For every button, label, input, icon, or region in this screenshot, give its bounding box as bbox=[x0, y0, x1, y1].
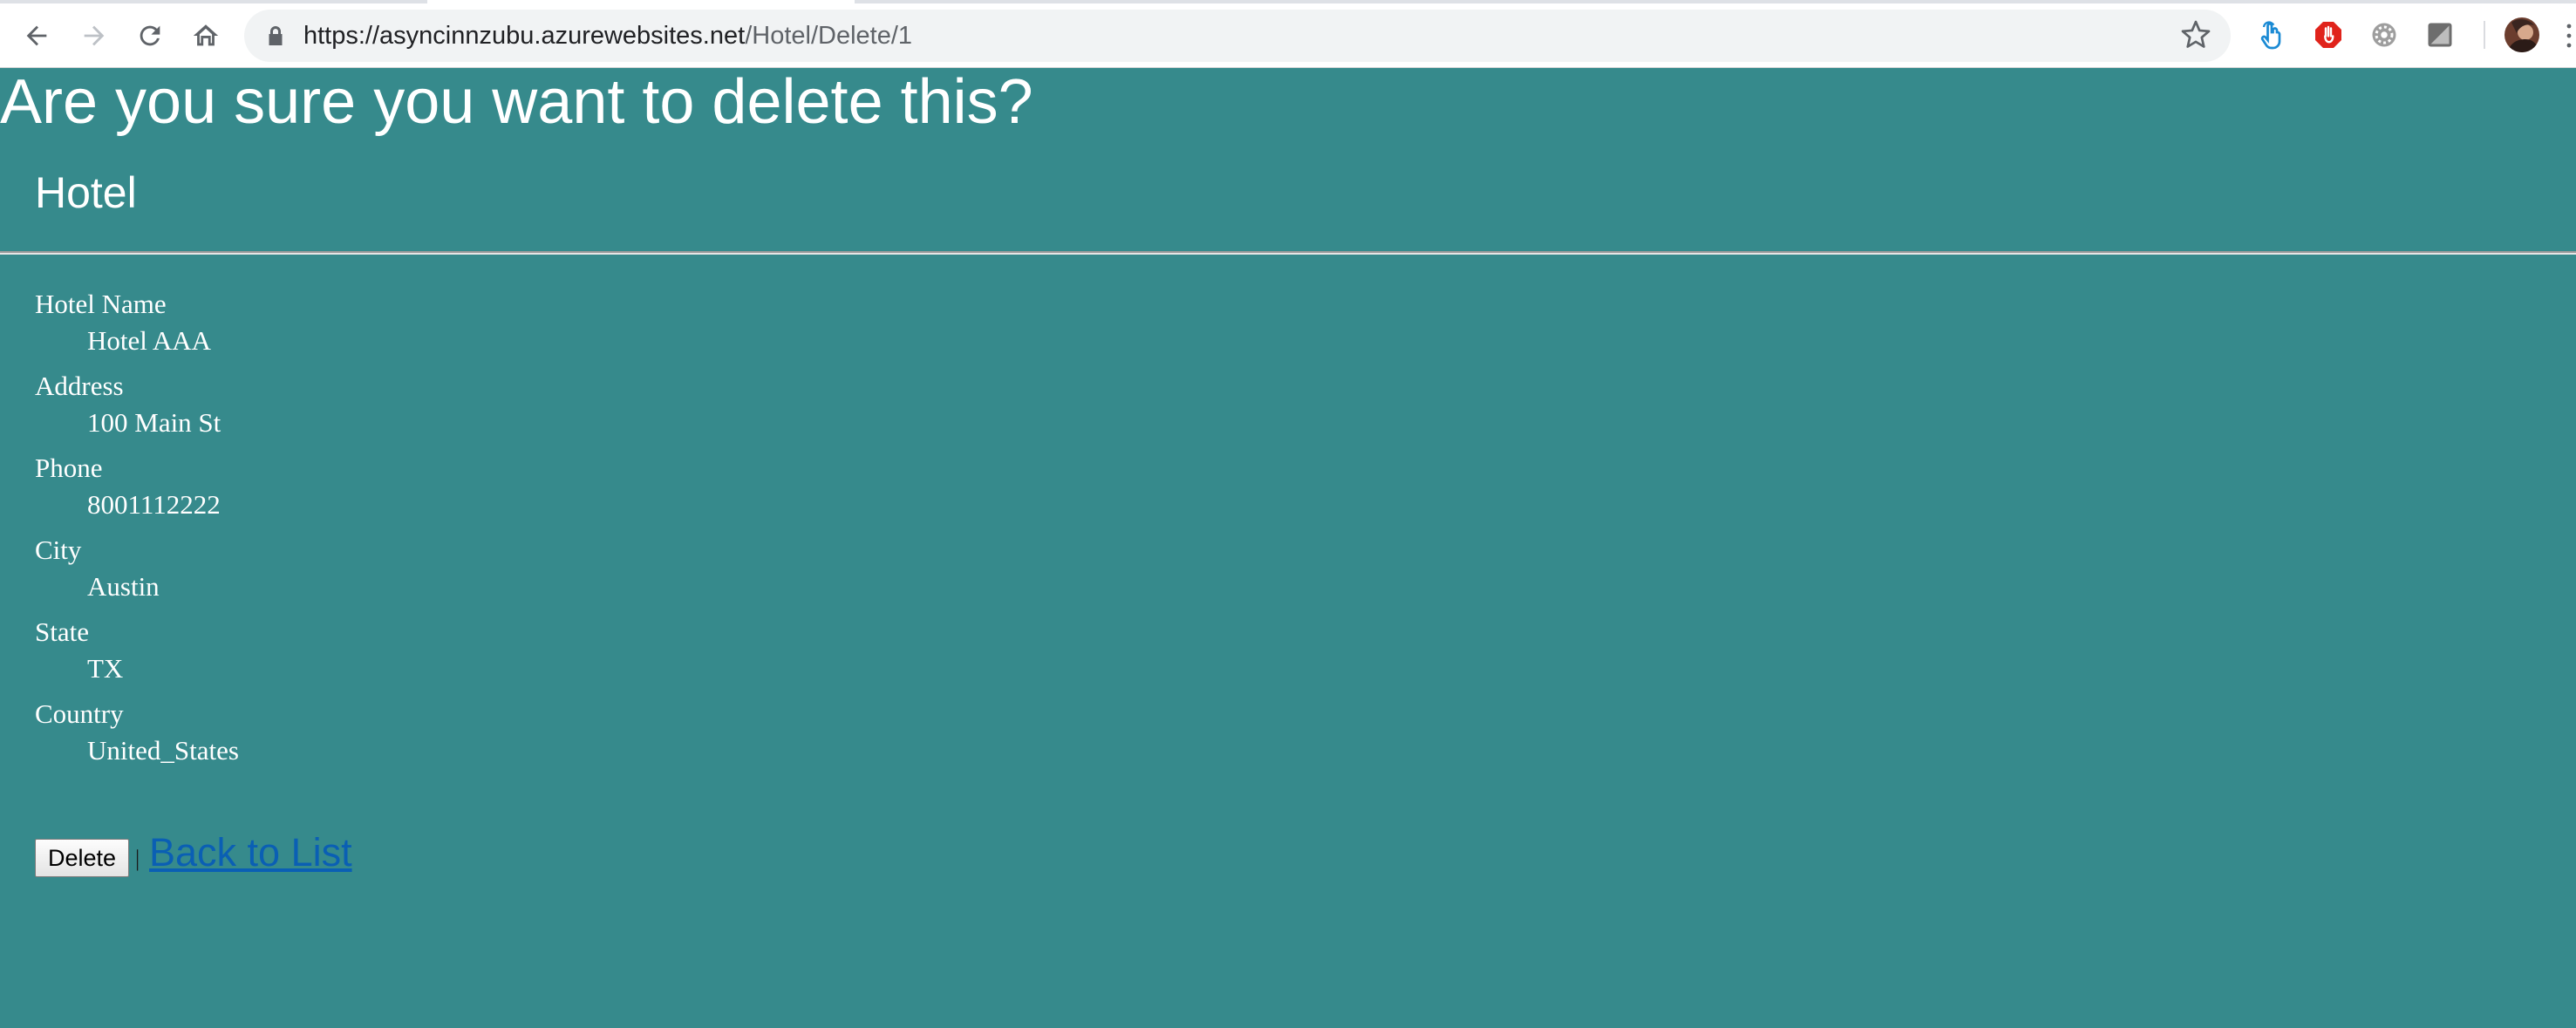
address-value: 100 Main St bbox=[87, 407, 221, 438]
hotel-name-value: Hotel AAA bbox=[87, 325, 212, 356]
hotel-name-label: Hotel Name bbox=[35, 289, 167, 319]
back-button[interactable] bbox=[17, 17, 56, 55]
delete-button[interactable]: Delete bbox=[35, 839, 129, 877]
phone-value: 8001112222 bbox=[87, 489, 221, 520]
home-icon bbox=[193, 24, 219, 46]
tab-strip-edge bbox=[0, 0, 427, 3]
avatar-icon bbox=[2504, 17, 2539, 52]
url-path: /Hotel/Delete/1 bbox=[745, 22, 913, 50]
phone-label: Phone bbox=[35, 453, 103, 483]
browser-toolbar: https://asyncinnzubu.azurewebsites.net/H… bbox=[0, 0, 2576, 68]
state-value: TX bbox=[87, 653, 124, 684]
city-label: City bbox=[35, 534, 82, 565]
city-value: Austin bbox=[87, 571, 160, 602]
divider bbox=[0, 251, 2576, 255]
lock-icon bbox=[269, 26, 283, 45]
arrow-left-icon bbox=[26, 25, 47, 46]
state-label: State bbox=[35, 616, 89, 647]
stop-hand-extension-icon[interactable] bbox=[2311, 17, 2346, 52]
home-button[interactable] bbox=[187, 17, 225, 55]
address-label: Address bbox=[35, 371, 124, 401]
toolbar-divider bbox=[2484, 21, 2485, 49]
forward-button[interactable] bbox=[75, 17, 113, 55]
tab-strip-edge bbox=[855, 0, 2576, 3]
arrow-right-icon bbox=[84, 25, 105, 46]
profile-avatar[interactable] bbox=[2504, 17, 2539, 52]
back-to-list-link[interactable]: Back to List bbox=[149, 828, 352, 877]
reload-button[interactable] bbox=[131, 17, 169, 55]
reload-icon bbox=[140, 25, 160, 46]
touch-hand-extension-icon[interactable] bbox=[2254, 17, 2289, 52]
kebab-menu-icon[interactable] bbox=[2562, 21, 2576, 51]
url-text[interactable]: https://asyncinnzubu.azurewebsites.net/H… bbox=[303, 18, 912, 53]
url-host: https://asyncinnzubu.azurewebsites.net bbox=[303, 22, 746, 50]
page-title: Are you sure you want to delete this? bbox=[0, 67, 1033, 137]
star-icon[interactable] bbox=[2180, 19, 2211, 51]
country-label: Country bbox=[35, 698, 124, 729]
country-value: United_States bbox=[87, 735, 239, 766]
section-title: Hotel bbox=[35, 168, 137, 217]
slash-extension-icon[interactable] bbox=[2423, 17, 2457, 52]
gear-extension-icon[interactable] bbox=[2367, 17, 2402, 52]
link-separator: | bbox=[135, 846, 140, 871]
